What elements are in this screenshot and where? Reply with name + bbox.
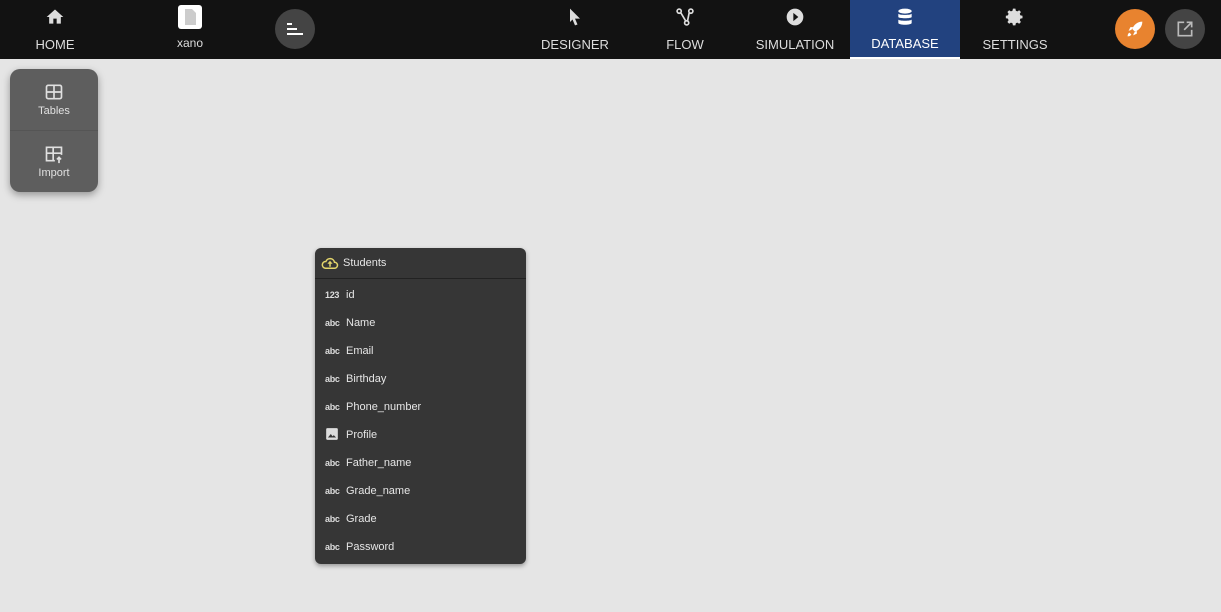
text-type-icon: abc	[325, 514, 340, 524]
publish-button[interactable]	[1115, 9, 1155, 49]
database-tools-panel: Tables Import	[10, 69, 98, 192]
import-button[interactable]: Import	[10, 130, 98, 191]
field-name: Grade	[346, 513, 377, 525]
text-type-icon: abc	[325, 542, 340, 552]
field-row[interactable]: abc Password	[315, 533, 526, 561]
open-external-button[interactable]	[1165, 9, 1205, 49]
text-type-icon: abc	[325, 402, 340, 412]
table-card-students[interactable]: Students 123 id abc Name abc Email abc Birthday…	[315, 248, 526, 564]
field-row[interactable]: abc Email	[315, 337, 526, 365]
play-icon	[786, 8, 804, 26]
field-row[interactable]: abc Grade_name	[315, 477, 526, 505]
align-left-icon	[287, 23, 303, 35]
table-import-icon	[45, 146, 63, 164]
field-name: Birthday	[346, 373, 387, 385]
top-nav: HOME xano DESIGNER FLOW SIMULATION DATAB…	[0, 0, 1221, 59]
nav-project[interactable]: xano	[135, 0, 245, 59]
number-type-icon: 123	[325, 290, 340, 300]
table-icon	[45, 84, 63, 100]
text-type-icon: abc	[325, 318, 340, 328]
table-card-header[interactable]: Students	[315, 248, 526, 279]
field-row[interactable]: abc Birthday	[315, 365, 526, 393]
menu-toggle-button[interactable]	[275, 9, 315, 49]
table-name: Students	[343, 257, 387, 269]
text-type-icon: abc	[325, 458, 340, 468]
field-name: Grade_name	[346, 485, 411, 497]
field-row[interactable]: abc Grade	[315, 505, 526, 533]
field-name: id	[346, 289, 355, 301]
cloud-upload-icon	[321, 257, 339, 269]
field-row[interactable]: abc Father_name	[315, 449, 526, 477]
field-row[interactable]: abc Name	[315, 309, 526, 337]
field-row[interactable]: abc Phone_number	[315, 393, 526, 421]
external-link-icon	[1177, 21, 1193, 37]
text-type-icon: abc	[325, 346, 340, 356]
text-type-icon: abc	[325, 486, 340, 496]
field-name: Email	[346, 345, 374, 357]
text-type-icon: abc	[325, 374, 340, 384]
tab-simulation[interactable]: SIMULATION	[740, 0, 850, 59]
field-name: Profile	[346, 429, 378, 441]
field-name: Phone_number	[346, 401, 422, 413]
tables-button[interactable]: Tables	[10, 69, 98, 130]
database-icon	[898, 8, 912, 25]
tab-designer[interactable]: DESIGNER	[520, 0, 630, 59]
nav-home[interactable]: HOME	[0, 0, 110, 59]
rocket-icon	[1127, 21, 1143, 37]
home-icon	[46, 9, 64, 24]
field-name: Name	[346, 317, 376, 329]
field-row[interactable]: Profile	[315, 421, 526, 449]
field-row[interactable]: 123 id	[315, 281, 526, 309]
image-type-icon	[325, 427, 346, 443]
flow-icon	[676, 8, 694, 26]
tab-flow[interactable]: FLOW	[630, 0, 740, 59]
gear-icon	[1005, 8, 1023, 26]
cursor-icon	[570, 8, 580, 26]
field-name: Password	[346, 541, 395, 553]
tab-settings[interactable]: SETTINGS	[960, 0, 1070, 59]
field-name: Father_name	[346, 457, 412, 469]
file-icon	[178, 5, 202, 29]
tab-database[interactable]: DATABASE	[850, 0, 960, 59]
